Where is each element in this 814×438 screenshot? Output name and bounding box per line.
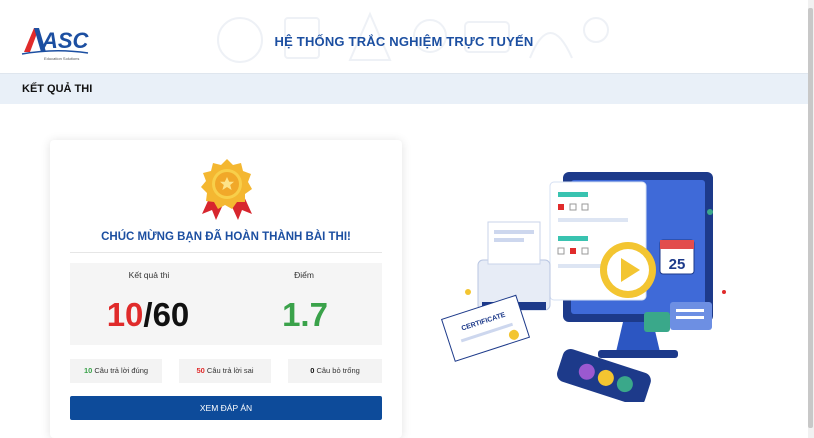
section-title: KẾT QUẢ THI (22, 83, 93, 95)
correct-count-pill: 10 Câu trả lời đúng (70, 359, 162, 383)
congrats-message: CHÚC MỪNG BẠN ĐÃ HOÀN THÀNH BÀI THI! (101, 231, 351, 243)
score-value: 1.7 (282, 296, 328, 333)
logo-subtext: Education Solutions (44, 56, 79, 61)
total-value: 60 (152, 296, 190, 333)
exam-result-page: ASC Education Solutions HỆ THỐNG TRẮC NG… (0, 0, 814, 438)
scrollbar-thumb[interactable] (808, 8, 813, 428)
correct-text: Câu trả lời đúng (92, 366, 149, 375)
blank-count-pill: 0 Câu bỏ trống (288, 359, 382, 383)
blank-text: Câu bỏ trống (314, 366, 360, 375)
online-exam-illustration: 25 CERTIFICATE (441, 172, 726, 402)
result-separator: / (143, 296, 153, 333)
wrong-count-pill: 50 Câu trả lời sai (179, 359, 271, 383)
divider (70, 252, 382, 253)
review-answers-button[interactable]: XEM ĐÁP ÁN (70, 396, 382, 420)
wrong-count: 50 (196, 366, 205, 375)
result-value: 10/60 (68, 296, 228, 334)
score-label: Điểm (294, 270, 314, 280)
correct-value: 10 (106, 296, 144, 333)
result-label: Kết quả thi (128, 270, 170, 280)
section-bar: KẾT QUẢ THI (0, 73, 808, 104)
calendar-day: 25 (669, 256, 686, 273)
medal-icon (201, 159, 252, 220)
header: ASC Education Solutions HỆ THỐNG TRẮC NG… (0, 0, 808, 73)
wrong-text: Câu trả lời sai (204, 366, 254, 375)
app-title: HỆ THỐNG TRẮC NGHIỆM TRỰC TUYẾN (274, 34, 534, 49)
